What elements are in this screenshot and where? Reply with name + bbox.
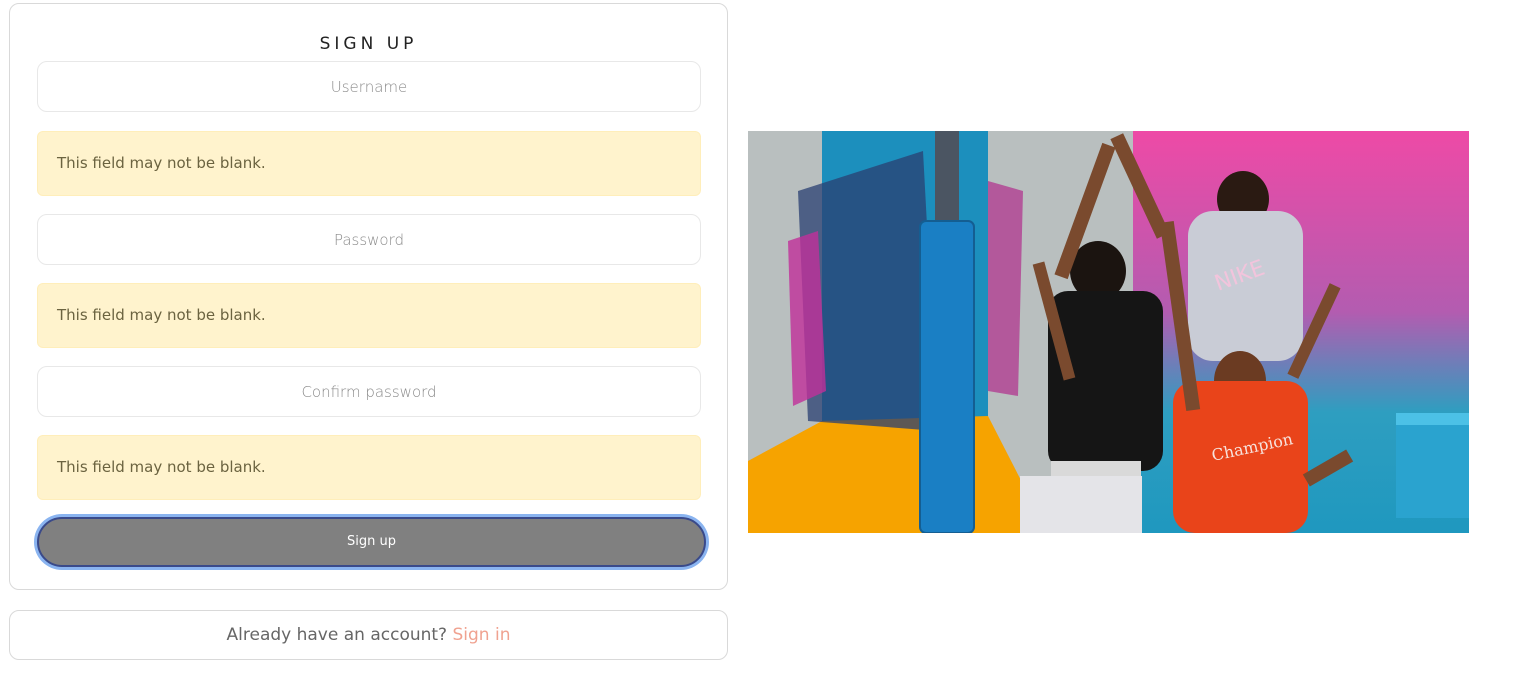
username-error-alert: This field may not be blank.: [37, 131, 701, 196]
password-error-alert: This field may not be blank.: [37, 283, 701, 348]
sign-up-button[interactable]: Sign up: [37, 517, 706, 567]
signin-prompt-card: Already have an account? Sign in: [9, 610, 728, 660]
signin-prompt-text: Already have an account?: [226, 625, 448, 645]
password-input[interactable]: [37, 214, 701, 265]
sign-in-link[interactable]: Sign in: [452, 625, 510, 645]
hero-image: NIKE Champion: [748, 131, 1469, 533]
confirm-password-error-alert: This field may not be blank.: [37, 435, 701, 500]
form-title: SIGN UP: [319, 34, 418, 54]
signup-form-card: SIGN UP This field may not be blank. Thi…: [9, 3, 728, 590]
username-input[interactable]: [37, 61, 701, 112]
basketball-players-illustration: NIKE Champion: [748, 131, 1469, 533]
confirm-password-input[interactable]: [37, 366, 701, 417]
